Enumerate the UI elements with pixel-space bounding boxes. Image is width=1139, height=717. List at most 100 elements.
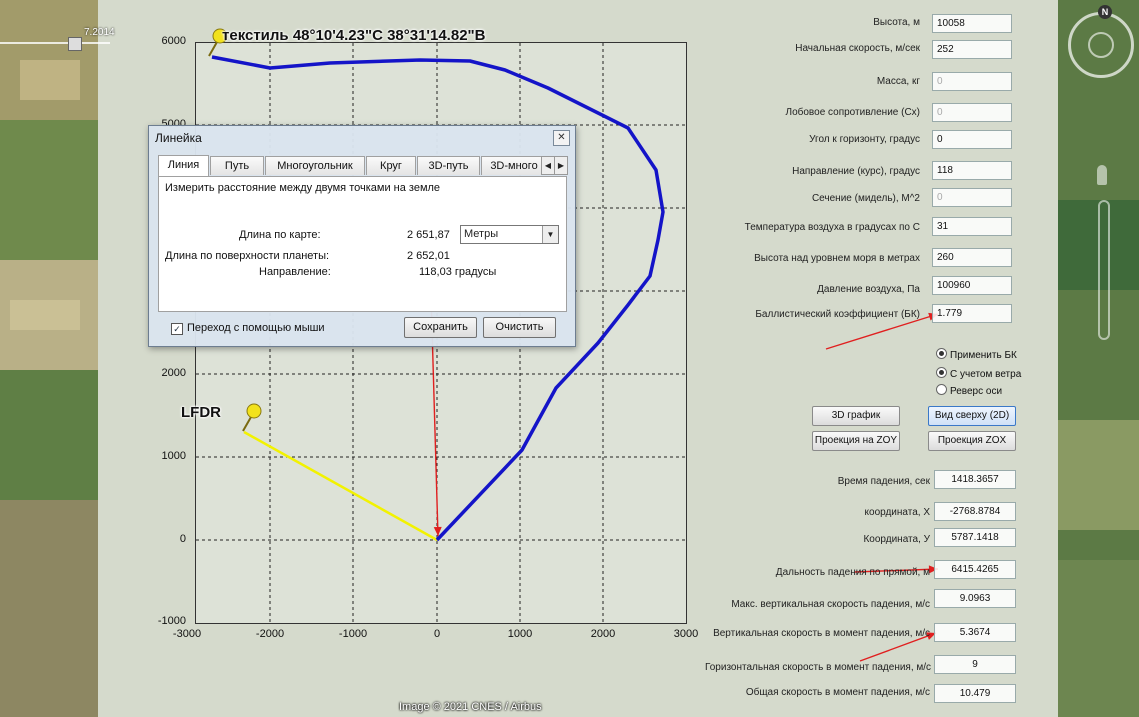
param-label: Баллистический коэффициент (БК) xyxy=(755,309,920,320)
map-credit: Image © 2021 CNES / Airbus xyxy=(399,701,542,713)
zoom-slider[interactable] xyxy=(1098,200,1110,340)
clear-button[interactable]: Очистить xyxy=(483,317,556,338)
result-value: -2768.8784 xyxy=(934,502,1016,521)
result-value: 1418.3657 xyxy=(934,470,1016,489)
timeline-handle[interactable] xyxy=(68,37,82,51)
tab-3d-polygon[interactable]: 3D-много xyxy=(481,156,547,175)
result-label: Координата, У xyxy=(863,534,930,545)
radio-icon[interactable] xyxy=(936,367,947,378)
x-tick-label: 2000 xyxy=(590,628,616,640)
top-view-button[interactable]: Вид сверху (2D) xyxy=(928,406,1016,426)
result-label: Дальность падения по прямой, м xyxy=(775,567,930,578)
radio-label: Реверс оси xyxy=(950,386,1003,397)
result-label: Горизонтальная скорость в момент падения… xyxy=(705,662,932,673)
map-length-label: Длина по карте: xyxy=(239,229,321,241)
result-label: Общая скорость в момент падения, м/с xyxy=(745,687,930,698)
surface-length-value: 2 652,01 xyxy=(407,250,450,262)
y-tick-label: 0 xyxy=(179,533,186,545)
param-input[interactable]: 0 xyxy=(932,188,1012,207)
y-tick-label: 2000 xyxy=(161,367,186,379)
result-label: Макс. вертикальная скорость падения, м/с xyxy=(731,599,930,610)
x-tick-label: 1000 xyxy=(507,628,533,640)
radio-icon[interactable] xyxy=(936,384,947,395)
result-label: Время падения, сек xyxy=(837,476,930,487)
result-label: Вертикальная скорость в момент падения, … xyxy=(713,628,930,639)
result-value: 5787.1418 xyxy=(934,528,1016,547)
ruler-line-panel: Измерить расстояние между двумя точками … xyxy=(158,176,567,312)
map-length-value: 2 651,87 xyxy=(407,229,450,241)
param-label: Температура воздуха в градусах по С xyxy=(744,222,920,233)
unit-select-value: Метры xyxy=(464,228,499,240)
param-label: Угол к горизонту, градус xyxy=(809,134,920,145)
ruler-dialog[interactable]: Линейка ✕ Линия Путь Многоугольник Круг … xyxy=(148,125,576,347)
ruler-description: Измерить расстояние между двумя точками … xyxy=(165,182,441,194)
result-value: 9 xyxy=(934,655,1016,674)
direction-value: 118,03 градусы xyxy=(419,266,497,278)
param-label: Сечение (мидель), М^2 xyxy=(811,193,920,204)
param-input[interactable]: 31 xyxy=(932,217,1012,236)
unit-select[interactable]: Метры ▼ xyxy=(460,225,559,244)
param-label: Лобовое сопротивление (Cx) xyxy=(785,107,920,118)
result-label: координата, Х xyxy=(864,507,930,518)
mouse-nav-label: Переход с помощью мыши xyxy=(187,322,325,334)
ruler-dialog-title: Линейка xyxy=(155,131,202,145)
radio-label: С учетом ветра xyxy=(950,369,1022,380)
tab-polygon[interactable]: Многоугольник xyxy=(265,156,365,175)
tab-3d-path[interactable]: 3D-путь xyxy=(417,156,480,175)
param-input[interactable]: 252 xyxy=(932,40,1012,59)
tab-line[interactable]: Линия xyxy=(158,155,209,176)
param-input[interactable]: 260 xyxy=(932,248,1012,267)
save-button[interactable]: Сохранить xyxy=(404,317,477,338)
tab-path[interactable]: Путь xyxy=(210,156,264,175)
result-value: 5.3674 xyxy=(934,623,1016,642)
param-input[interactable]: 1.779 xyxy=(932,304,1012,323)
result-value: 6415.4265 xyxy=(934,560,1016,579)
tab-circle[interactable]: Круг xyxy=(366,156,416,175)
param-input[interactable]: 0 xyxy=(932,72,1012,91)
y-tick-label: -1000 xyxy=(157,615,186,627)
checkbox-checked-icon[interactable]: ✓ xyxy=(171,323,183,335)
x-tick-label: -1000 xyxy=(338,628,368,640)
result-value: 10.479 xyxy=(934,684,1016,703)
param-label: Масса, кг xyxy=(876,76,920,87)
x-tick-label: 0 xyxy=(433,628,441,640)
timeline-slider[interactable] xyxy=(0,42,110,44)
param-input[interactable]: 0 xyxy=(932,130,1012,149)
option-radio[interactable]: Применить БК xyxy=(936,348,1017,361)
pin-label-textile: текстиль 48°10'4.23"С 38°31'14.82"В xyxy=(222,27,486,44)
y-tick-label: 1000 xyxy=(161,450,186,462)
graph-3d-button[interactable]: 3D график xyxy=(812,406,900,426)
param-input[interactable]: 10058 xyxy=(932,14,1012,33)
param-label: Направление (курс), градус xyxy=(792,166,920,177)
projection-zoy-button[interactable]: Проекция на ZOY xyxy=(812,431,900,451)
param-input[interactable]: 0 xyxy=(932,103,1012,122)
mouse-nav-checkbox[interactable]: ✓ Переход с помощью мыши xyxy=(171,322,325,335)
map-date-label: 7.2014 xyxy=(84,27,115,38)
option-radio[interactable]: С учетом ветра xyxy=(936,367,1021,380)
y-tick-label: 6000 xyxy=(161,35,186,47)
param-label: Начальная скорость, м/сек xyxy=(795,43,920,54)
chevron-down-icon[interactable]: ▼ xyxy=(542,226,558,243)
x-tick-label: -3000 xyxy=(172,628,202,640)
close-icon[interactable]: ✕ xyxy=(553,130,570,146)
radio-icon[interactable] xyxy=(936,348,947,359)
param-label: Высота, м xyxy=(873,17,920,28)
x-tick-label: -2000 xyxy=(255,628,285,640)
tab-scroll-left-icon[interactable]: ◀ xyxy=(541,156,555,175)
param-input[interactable]: 118 xyxy=(932,161,1012,180)
param-label: Высота над уровнем моря в метрах xyxy=(754,253,920,264)
surface-length-label: Длина по поверхности планеты: xyxy=(165,250,330,262)
compass-north-icon[interactable]: N xyxy=(1098,5,1112,19)
street-view-icon[interactable] xyxy=(1097,165,1107,185)
projection-zox-button[interactable]: Проекция ZOX xyxy=(928,431,1016,451)
tab-scroll-right-icon[interactable]: ▶ xyxy=(554,156,568,175)
option-radio[interactable]: Реверс оси xyxy=(936,384,1002,397)
pin-label-lfdr: LFDR xyxy=(181,404,221,421)
result-value: 9.0963 xyxy=(934,589,1016,608)
param-input[interactable]: 100960 xyxy=(932,276,1012,295)
radio-label: Применить БК xyxy=(950,350,1017,361)
param-label: Давление воздуха, Па xyxy=(817,284,920,295)
ruler-tabs: Линия Путь Многоугольник Круг 3D-путь 3D… xyxy=(158,155,568,176)
look-joystick[interactable] xyxy=(1088,32,1114,58)
direction-label: Направление: xyxy=(259,266,331,278)
